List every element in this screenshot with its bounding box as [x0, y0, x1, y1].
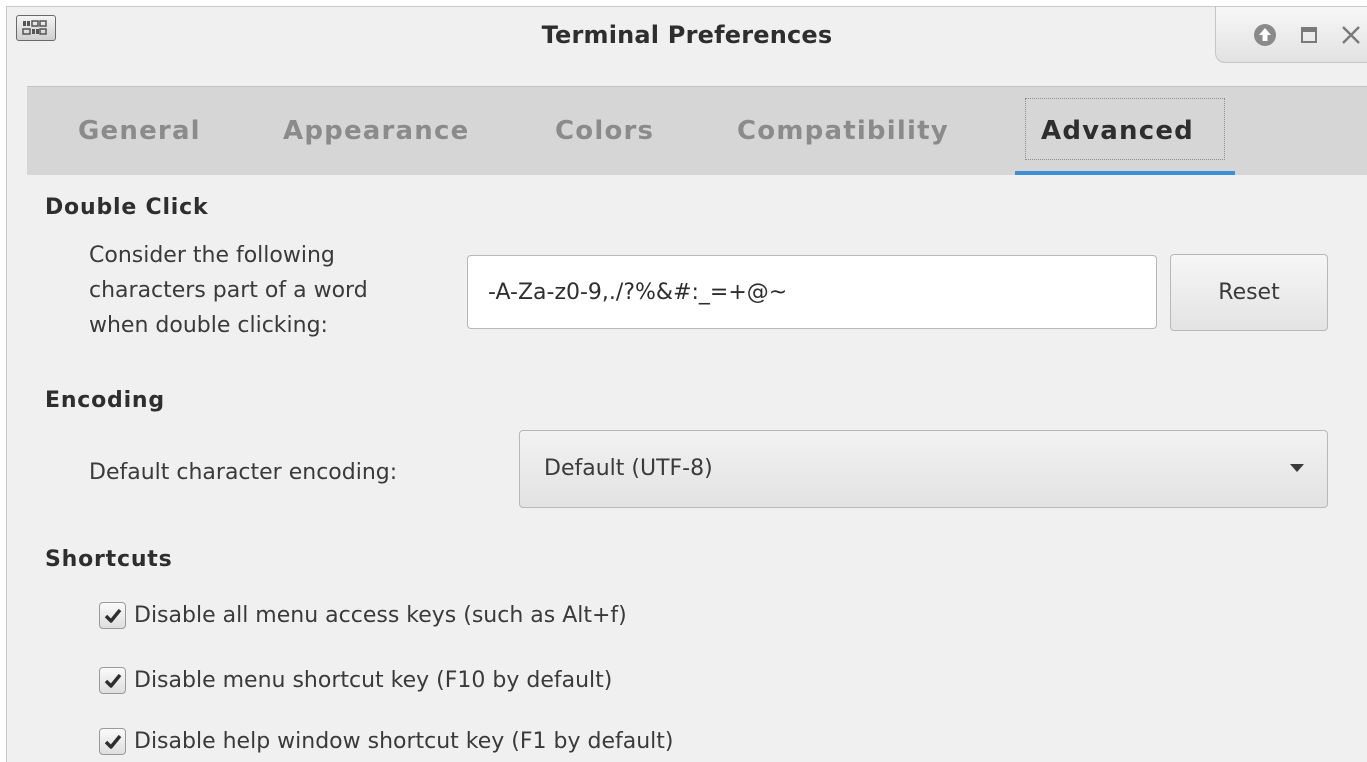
checkbox-box[interactable] — [99, 601, 126, 629]
disable-menu-access-keys-checkbox[interactable]: Disable all menu access keys (such as Al… — [99, 598, 627, 632]
close-button[interactable] — [1338, 22, 1364, 48]
double-click-heading: Double Click — [45, 195, 209, 220]
window-title: Terminal Preferences — [541, 21, 833, 49]
word-chars-input[interactable] — [467, 255, 1157, 329]
tab-colors[interactable]: Colors — [555, 87, 654, 175]
tab-advanced[interactable]: Advanced — [1041, 87, 1194, 175]
tab-general[interactable]: General — [78, 87, 201, 175]
advanced-panel: Double Click Consider the following char… — [27, 175, 1367, 762]
encoding-heading: Encoding — [45, 388, 165, 413]
checkmark-icon — [104, 608, 122, 623]
disable-menu-shortcut-key-checkbox[interactable]: Disable menu shortcut key (F10 by defaul… — [99, 663, 612, 697]
preferences-window: Terminal Preferences General Appearance … — [6, 6, 1367, 762]
encoding-select[interactable]: Default (UTF-8) — [519, 430, 1328, 508]
up-arrow-icon — [1254, 24, 1276, 46]
checkbox-box[interactable] — [99, 666, 126, 694]
tab-appearance[interactable]: Appearance — [283, 87, 469, 175]
tab-compatibility[interactable]: Compatibility — [737, 87, 949, 175]
checkbox-label: Disable all menu access keys (such as Al… — [134, 602, 627, 628]
checkbox-box[interactable] — [99, 727, 126, 755]
encoding-label: Default character encoding: — [89, 460, 398, 485]
close-icon — [1342, 26, 1360, 44]
window-controls — [1215, 7, 1367, 63]
title-bar[interactable]: Terminal Preferences — [7, 7, 1367, 65]
checkbox-label: Disable help window shortcut key (F1 by … — [134, 728, 674, 754]
maximize-button[interactable] — [1296, 22, 1322, 48]
checkmark-icon — [104, 734, 122, 749]
double-click-label-line2: characters part of a word — [89, 278, 368, 303]
tab-bar: General Appearance Colors Compatibility … — [27, 86, 1367, 175]
double-click-label-line3: when double clicking: — [89, 313, 328, 338]
shortcuts-heading: Shortcuts — [45, 547, 173, 572]
checkbox-label: Disable menu shortcut key (F10 by defaul… — [134, 667, 613, 693]
encoding-selected-value: Default (UTF-8) — [544, 456, 713, 481]
checkmark-icon — [104, 673, 122, 688]
disable-help-shortcut-key-checkbox[interactable]: Disable help window shortcut key (F1 by … — [99, 724, 674, 758]
double-click-label-line1: Consider the following — [89, 243, 335, 268]
minimize-button[interactable] — [1252, 22, 1278, 48]
reset-button[interactable]: Reset — [1170, 254, 1328, 331]
square-icon — [1301, 27, 1317, 43]
chevron-down-icon — [1290, 464, 1304, 472]
